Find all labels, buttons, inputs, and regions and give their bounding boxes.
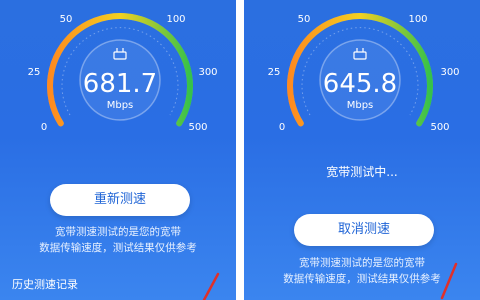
description-line: 宽带测速测试的是您的宽带 [55, 226, 181, 238]
speed-unit: Mbps [107, 100, 134, 111]
cancel-test-button[interactable]: 取消测速 [294, 214, 434, 246]
tick-label: 300 [198, 67, 217, 78]
tick-label: 500 [188, 122, 207, 133]
speed-value: 681.7 [83, 69, 157, 99]
tick-label: 50 [60, 14, 73, 25]
retest-button[interactable]: 重新测速 [50, 184, 190, 216]
speedtest-result-panel: 681.7 Mbps 0 25 50 100 300 500 重新测速 宽带测速… [0, 0, 236, 300]
speedtest-progress-panel: 645.8 Mbps 0 25 50 100 300 500 宽带测试中... … [244, 0, 480, 300]
tick-label: 25 [268, 67, 281, 78]
description-line: 数据传输速度，测试结果仅供参考 [39, 242, 197, 254]
tick-label: 25 [28, 67, 41, 78]
speed-value: 645.8 [323, 69, 397, 99]
speedtest-description: 宽带测速测试的是您的宽带 数据传输速度，测试结果仅供参考 [0, 224, 236, 256]
tick-label: 0 [279, 122, 285, 133]
panel-divider [236, 0, 244, 300]
history-link[interactable]: 历史测速记录 [12, 276, 78, 292]
tick-label: 100 [408, 14, 427, 25]
speed-gauge: 681.7 Mbps 0 25 50 100 300 500 [28, 13, 218, 133]
speed-gauge: 645.8 Mbps 0 25 50 100 300 500 [268, 13, 460, 133]
tick-label: 300 [440, 67, 459, 78]
tick-label: 0 [41, 122, 47, 133]
tick-label: 500 [430, 122, 449, 133]
speed-unit: Mbps [347, 100, 374, 111]
tick-label: 50 [298, 14, 311, 25]
annotation-line [440, 262, 458, 300]
tick-label: 100 [166, 14, 185, 25]
annotation-line [202, 272, 220, 300]
testing-status: 宽带测试中... [326, 165, 398, 179]
